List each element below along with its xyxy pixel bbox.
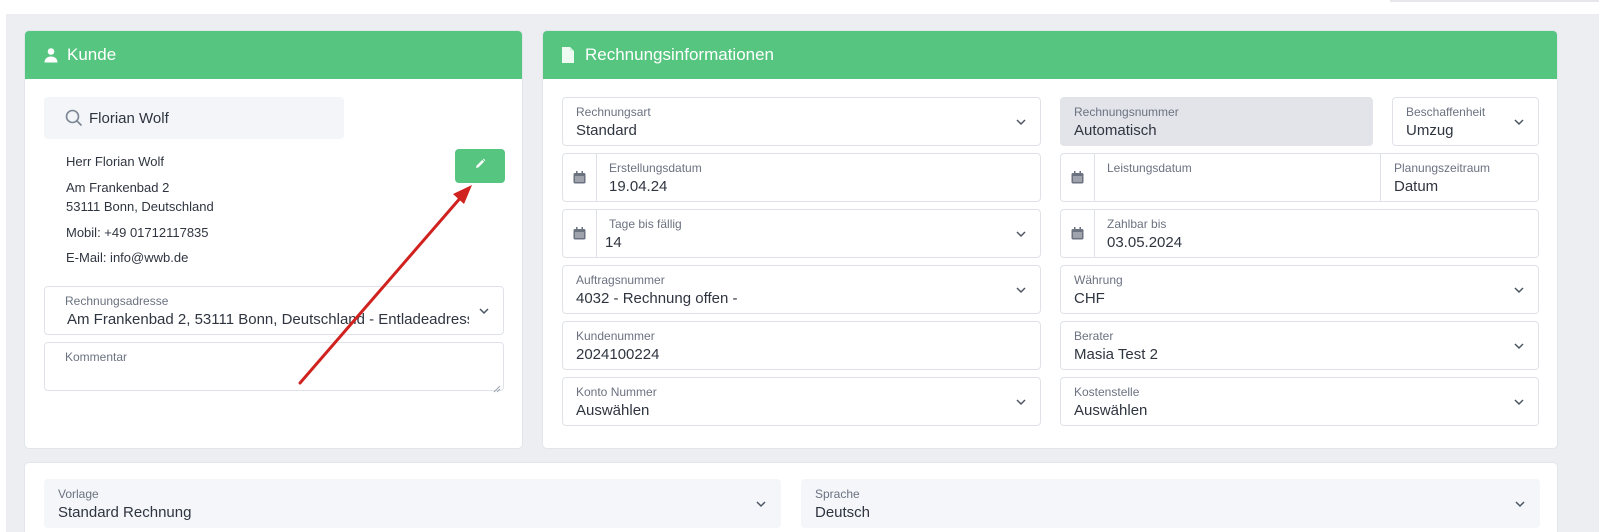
- comment-textarea[interactable]: Kommentar: [44, 342, 504, 393]
- customer-number-value: 2024100224: [576, 346, 660, 363]
- planning-period-value[interactable]: Datum: [1394, 178, 1438, 195]
- search-icon: [65, 109, 83, 127]
- language-value: Deutsch: [815, 504, 871, 521]
- created-date-label: Erstellungsdatum: [609, 161, 702, 175]
- calendar-icon[interactable]: [563, 210, 597, 257]
- nature-label: Beschaffenheit: [1406, 105, 1486, 119]
- language-label: Sprache: [815, 487, 860, 501]
- invoice-info-card-title: Rechnungsinformationen: [585, 45, 775, 64]
- account-number-value: Auswählen: [576, 402, 650, 419]
- order-number-select[interactable]: Auftragsnummer 4032 - Rechnung offen -: [562, 265, 1041, 314]
- nature-select[interactable]: Beschaffenheit Umzug: [1392, 97, 1539, 146]
- cost-center-value: Auswählen: [1074, 402, 1148, 419]
- chevron-down-icon: [754, 497, 768, 511]
- created-date-input[interactable]: Erstellungsdatum 19.04.24: [562, 153, 1041, 202]
- resize-handle-icon[interactable]: [493, 380, 501, 393]
- chevron-down-icon: [477, 304, 491, 318]
- billing-address-select[interactable]: Rechnungsadresse Am Frankenbad 2, 53111 …: [44, 286, 504, 335]
- invoice-number-label: Rechnungsnummer: [1074, 105, 1179, 119]
- calendar-icon[interactable]: [563, 154, 597, 201]
- billing-address-label: Rechnungsadresse: [65, 294, 169, 308]
- chevron-down-icon: [1512, 339, 1526, 353]
- invoice-number-field: Rechnungsnummer Automatisch: [1060, 97, 1373, 146]
- language-select[interactable]: Sprache Deutsch: [801, 479, 1540, 528]
- template-value: Standard Rechnung: [58, 504, 192, 521]
- top-strip: [1390, 0, 1599, 2]
- payable-until-label: Zahlbar bis: [1107, 217, 1167, 231]
- template-label: Vorlage: [58, 487, 99, 501]
- order-number-label: Auftragsnummer: [576, 273, 665, 287]
- chevron-down-icon: [1014, 115, 1028, 129]
- customer-number-label: Kundenummer: [576, 329, 655, 343]
- chevron-down-icon: [1512, 115, 1526, 129]
- advisor-label: Berater: [1074, 329, 1114, 343]
- chevron-down-icon: [1512, 395, 1526, 409]
- service-date-input[interactable]: Leistungsdatum Planungszeitraum Datum: [1060, 153, 1539, 202]
- comment-label: Kommentar: [65, 350, 128, 364]
- currency-select[interactable]: Währung CHF: [1060, 265, 1539, 314]
- days-due-label: Tage bis fällig: [609, 217, 682, 231]
- invoice-type-select[interactable]: Rechnungsart Standard: [562, 97, 1041, 146]
- customer-city: 53111 Bonn, Deutschland: [66, 199, 214, 214]
- template-language-card: Vorlage Standard Rechnung Sprache Deutsc…: [24, 462, 1558, 532]
- advisor-select[interactable]: Berater Masia Test 2: [1060, 321, 1539, 370]
- invoice-info-card: Rechnungsinformationen Rechnungsart Stan…: [542, 30, 1558, 449]
- chevron-down-icon: [1014, 227, 1028, 241]
- document-icon: [561, 47, 577, 63]
- cost-center-select[interactable]: Kostenstelle Auswählen: [1060, 377, 1539, 426]
- chevron-down-icon: [1014, 283, 1028, 297]
- billing-address-value: Am Frankenbad 2, 53111 Bonn, Deutschland…: [67, 311, 469, 328]
- currency-value: CHF: [1074, 290, 1105, 307]
- template-select[interactable]: Vorlage Standard Rechnung: [44, 479, 781, 528]
- customer-card-header: Kunde: [25, 31, 522, 79]
- chevron-down-icon: [1014, 395, 1028, 409]
- advisor-value: Masia Test 2: [1074, 346, 1158, 363]
- account-number-label: Konto Nummer: [576, 385, 657, 399]
- payable-until-value: 03.05.2024: [1107, 234, 1183, 251]
- customer-name: Herr Florian Wolf: [66, 154, 165, 169]
- invoice-type-value: Standard: [576, 122, 637, 139]
- payable-until-input[interactable]: Zahlbar bis 03.05.2024: [1060, 209, 1539, 258]
- planning-period-label: Planungszeitraum: [1394, 161, 1491, 175]
- calendar-icon[interactable]: [1061, 210, 1095, 257]
- customer-card: Kunde Florian Wolf Herr Florian Wolf Am …: [24, 30, 523, 449]
- invoice-number-value: Automatisch: [1074, 122, 1157, 139]
- cost-center-label: Kostenstelle: [1074, 385, 1140, 399]
- customer-mobile: Mobil: +49 01712117835: [66, 225, 209, 240]
- invoice-type-label: Rechnungsart: [576, 105, 651, 119]
- created-date-value: 19.04.24: [609, 178, 668, 195]
- days-due-value: 14: [605, 234, 622, 251]
- account-number-select[interactable]: Konto Nummer Auswählen: [562, 377, 1041, 426]
- customer-street: Am Frankenbad 2: [66, 180, 170, 195]
- calendar-icon[interactable]: [1061, 154, 1095, 201]
- days-due-select[interactable]: Tage bis fällig 14: [562, 209, 1041, 258]
- order-number-value: 4032 - Rechnung offen -: [576, 290, 738, 307]
- customer-card-title: Kunde: [67, 45, 117, 64]
- edit-customer-button[interactable]: [455, 149, 505, 183]
- chevron-down-icon: [1513, 497, 1527, 511]
- customer-search-value: Florian Wolf: [89, 110, 169, 127]
- customer-email: E-Mail: info@wwb.de: [66, 250, 189, 265]
- customer-number-input[interactable]: Kundenummer 2024100224: [562, 321, 1041, 370]
- chevron-down-icon: [1512, 283, 1526, 297]
- nature-value: Umzug: [1406, 122, 1454, 139]
- field-divider: [1380, 154, 1381, 201]
- customer-search-input[interactable]: Florian Wolf: [44, 97, 344, 139]
- invoice-info-card-header: Rechnungsinformationen: [543, 31, 1557, 79]
- currency-label: Währung: [1074, 273, 1123, 287]
- pencil-icon: [474, 157, 486, 175]
- user-icon: [43, 47, 59, 63]
- service-date-label: Leistungsdatum: [1107, 161, 1192, 175]
